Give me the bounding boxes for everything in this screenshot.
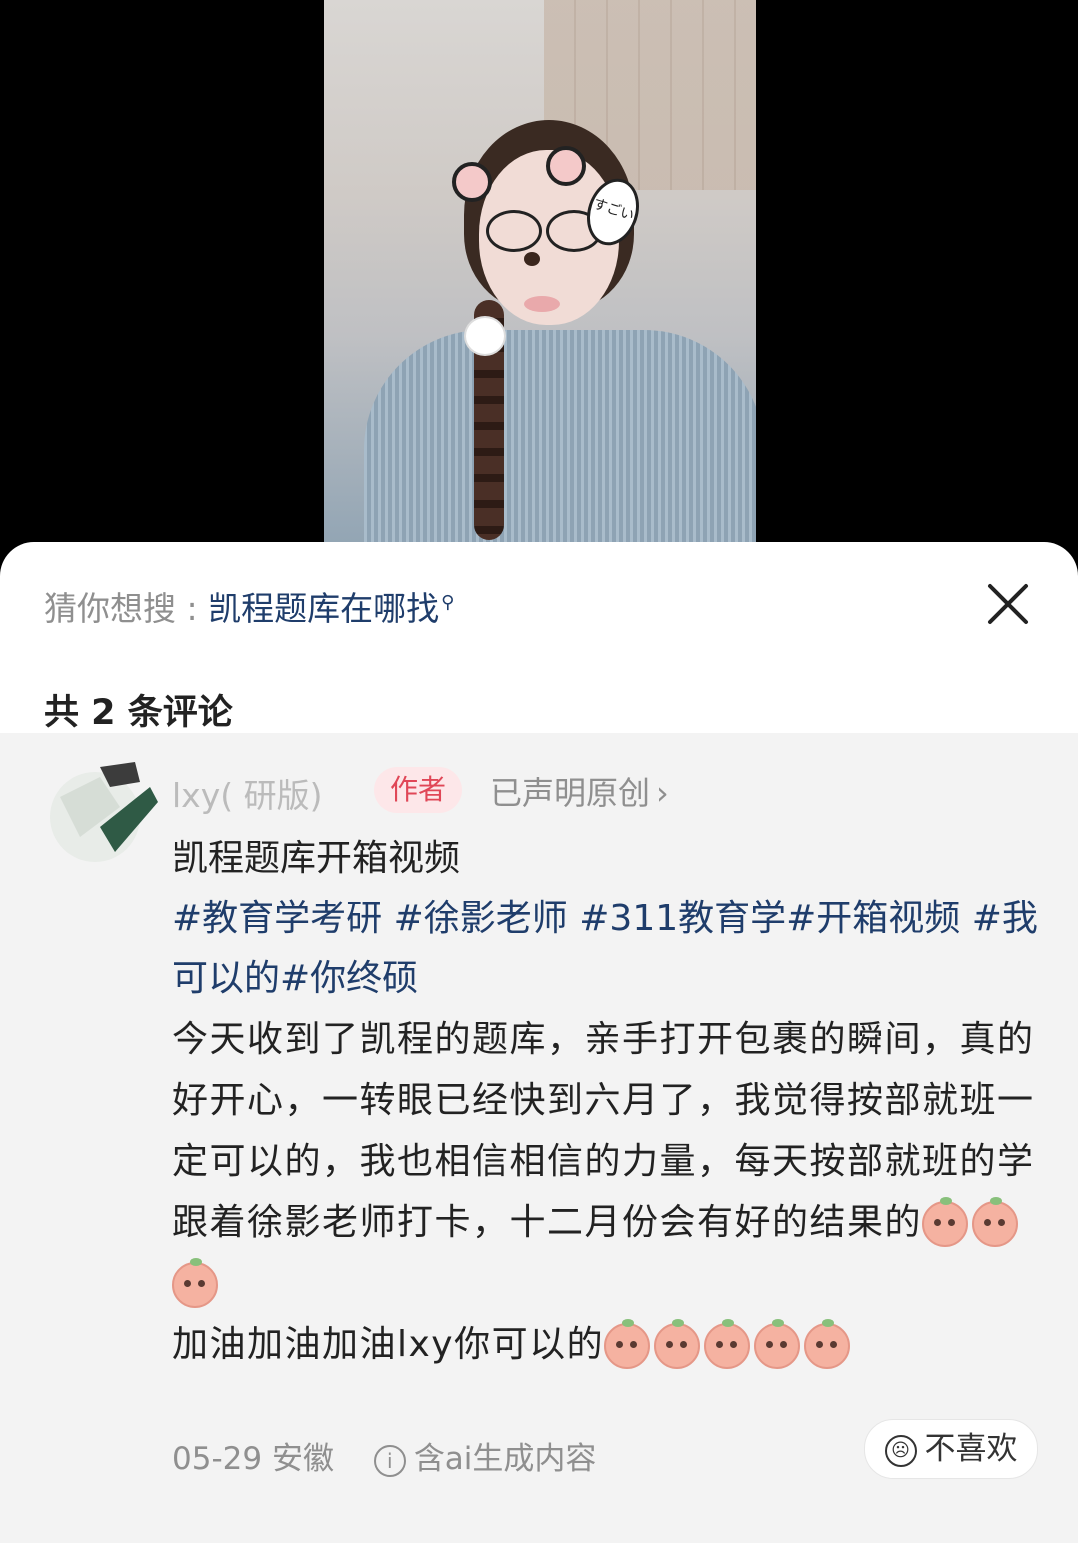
- striped-shirt: [364, 330, 756, 560]
- original-declaration-link[interactable]: 已声明原创 ›: [490, 768, 669, 814]
- peach-cheer-emoji-icon: [604, 1319, 651, 1369]
- search-suggestion[interactable]: 猜你想搜 : 凯程题库在哪找 ⚲: [44, 582, 454, 630]
- close-icon[interactable]: [982, 578, 1034, 630]
- comments-panel: 猜你想搜 : 凯程题库在哪找 ⚲ 共 2 条评论 lxy( 研版) 作者 已声明原…: [0, 542, 1078, 1543]
- info-icon: i: [373, 1444, 406, 1477]
- bear-ear-sticker-left: [452, 162, 492, 202]
- dislike-label: 不喜欢: [924, 1431, 1018, 1467]
- original-label: 已声明原创: [490, 774, 651, 812]
- peach-cheer-emoji-icon: [654, 1319, 701, 1369]
- comment-location: 安徽: [271, 1441, 334, 1477]
- hashtag-3[interactable]: #开箱视频: [786, 898, 960, 939]
- hashtag-5[interactable]: #你终硕: [280, 958, 418, 999]
- comment-date: 05-29: [172, 1441, 263, 1477]
- peach-cheer-emoji-icon: [804, 1319, 851, 1369]
- comment-item: lxy( 研版) 作者 已声明原创 › 凯程题库开箱视频 #教育学考研 #徐影老师…: [0, 733, 1078, 1543]
- search-icon: ⚲: [441, 592, 455, 613]
- dislike-button[interactable]: ☹ 不喜欢: [864, 1419, 1038, 1479]
- username[interactable]: lxy( 研版): [172, 769, 322, 817]
- comment-body-line-2: 加油加油加油lxy你可以的: [172, 1324, 605, 1365]
- comment-meta: 05-29 安徽 i 含ai生成内容: [172, 1433, 596, 1478]
- suggestion-prefix: 猜你想搜 :: [44, 589, 209, 628]
- frown-face-icon: ☹: [884, 1434, 917, 1467]
- suggestion-keyword[interactable]: 凯程题库在哪找: [208, 589, 439, 628]
- avatar[interactable]: [40, 757, 160, 867]
- chevron-right-icon: ›: [656, 774, 669, 812]
- bear-nose-sticker: [524, 252, 540, 266]
- hashtag-1[interactable]: #徐影老师: [394, 898, 568, 939]
- hashtag-0[interactable]: #教育学考研: [172, 898, 382, 939]
- peach-emoji-icon: [922, 1197, 969, 1247]
- glasses-left: [486, 210, 542, 252]
- comment-body: 今天收到了凯程的题库，亲手打开包裹的瞬间，真的好开心，一转眼已经快到六月了，我觉…: [172, 1009, 1042, 1375]
- peach-cheer-emoji-icon: [754, 1319, 801, 1369]
- lips: [524, 296, 560, 312]
- peach-emoji-icon: [972, 1197, 1019, 1247]
- video-player[interactable]: すごい: [324, 0, 756, 560]
- author-badge: 作者: [374, 767, 462, 813]
- comment-title: 凯程题库开箱视频: [172, 838, 461, 879]
- hashtag-list: #教育学考研 #徐影老师 #311教育学#开箱视频 #我可以的#你终硕: [172, 889, 1042, 1009]
- comment-body-line-1: 今天收到了凯程的题库，亲手打开包裹的瞬间，真的好开心，一转眼已经快到六月了，我觉…: [172, 1019, 1035, 1243]
- comment-count: 共 2 条评论: [44, 693, 233, 733]
- bunny-sticker: [464, 316, 506, 356]
- peach-cheer-emoji-icon: [704, 1319, 751, 1369]
- hashtag-2[interactable]: #311教育学: [579, 898, 786, 939]
- ai-content-notice[interactable]: i 含ai生成内容: [373, 1441, 597, 1477]
- ai-content-label: 含ai生成内容: [413, 1441, 597, 1477]
- bear-ear-sticker-right: [546, 146, 586, 186]
- peach-emoji-icon: [172, 1258, 218, 1308]
